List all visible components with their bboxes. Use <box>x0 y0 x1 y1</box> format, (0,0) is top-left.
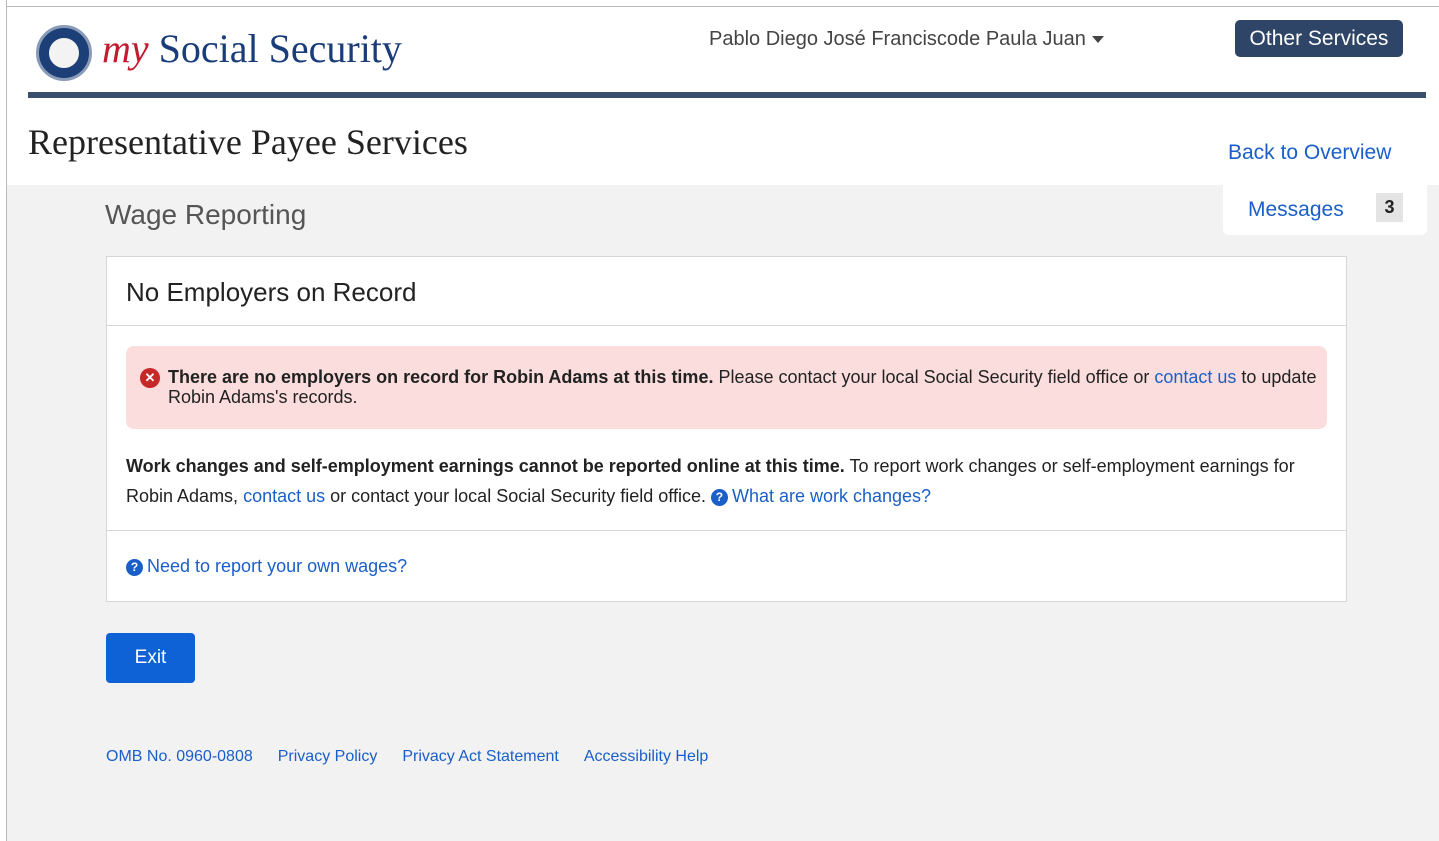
messages-tab: Messages 3 <box>1223 185 1427 235</box>
header-divider <box>28 92 1426 98</box>
logo-name: Social Security <box>158 26 402 71</box>
own-wages-link[interactable]: ? Need to report your own wages? <box>126 556 407 577</box>
card-title: No Employers on Record <box>126 277 417 307</box>
ssa-seal-icon[interactable] <box>36 25 92 81</box>
back-to-overview-link[interactable]: Back to Overview <box>1228 141 1391 165</box>
footer-links: OMB No. 0960-0808 Privacy Policy Privacy… <box>106 748 708 766</box>
user-name: Pablo Diego José Franciscode Paula Juan <box>709 28 1086 50</box>
alert-contact-us-link[interactable]: contact us <box>1154 367 1236 387</box>
question-circle-icon: ? <box>710 488 728 506</box>
card-footer: ? Need to report your own wages? <box>107 530 1346 602</box>
caret-down-icon <box>1091 36 1104 43</box>
messages-link[interactable]: Messages <box>1248 198 1344 222</box>
body-bold-text: Work changes and self-employment earning… <box>126 456 845 476</box>
alert-bold-text: There are no employers on record for Rob… <box>168 367 714 387</box>
accessibility-help-link[interactable]: Accessibility Help <box>584 748 708 766</box>
omb-number-link[interactable]: OMB No. 0960-0808 <box>106 748 253 766</box>
logo-my: my <box>102 26 149 71</box>
privacy-act-link[interactable]: Privacy Act Statement <box>402 748 559 766</box>
work-changes-help-link[interactable]: ? What are work changes? <box>710 486 932 506</box>
error-alert: ✕ There are no employers on record for R… <box>126 346 1327 429</box>
error-circle-icon: ✕ <box>140 368 160 388</box>
messages-count-badge[interactable]: 3 <box>1376 193 1403 222</box>
site-header: my Social Security Pablo Diego José Franc… <box>7 7 1439 185</box>
alert-message: There are no employers on record for Rob… <box>168 367 1318 407</box>
user-menu[interactable]: Pablo Diego José Franciscode Paula Juan <box>709 28 1104 51</box>
section-title: Wage Reporting <box>105 199 307 230</box>
work-changes-paragraph: Work changes and self-employment earning… <box>126 451 1326 511</box>
alert-text-before: Please contact your local Social Securit… <box>713 367 1155 387</box>
card-header: No Employers on Record <box>107 257 1346 326</box>
question-circle-icon: ? <box>126 558 143 576</box>
body-text-2: or contact your local Social Security fi… <box>325 486 711 506</box>
site-logo-text[interactable]: my Social Security <box>102 25 402 72</box>
other-services-button[interactable]: Other Services <box>1235 20 1403 57</box>
main-content: Messages 3 Wage Reporting No Employers o… <box>7 185 1439 841</box>
work-changes-link-label: What are work changes? <box>731 486 932 506</box>
body-contact-us-link[interactable]: contact us <box>243 486 325 506</box>
own-wages-label: Need to report your own wages? <box>147 556 408 576</box>
privacy-policy-link[interactable]: Privacy Policy <box>278 748 378 766</box>
employers-card: No Employers on Record ✕ There are no em… <box>106 256 1347 602</box>
page-title: Representative Payee Services <box>28 122 468 162</box>
exit-button[interactable]: Exit <box>106 633 195 683</box>
